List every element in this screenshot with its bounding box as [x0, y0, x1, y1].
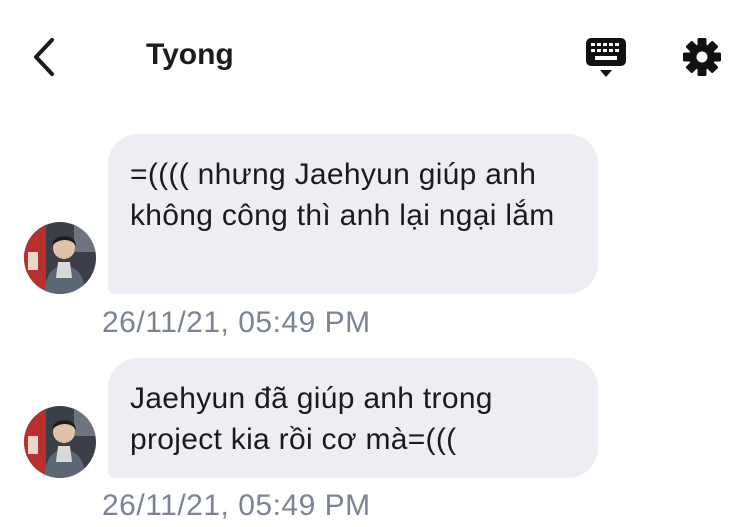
- message-text: Jaehyun đã giúp anh trong project kia rồ…: [130, 382, 493, 456]
- avatar[interactable]: [24, 222, 96, 294]
- gear-icon: [683, 38, 721, 76]
- message-timestamp: 26/11/21, 05:49 PM: [102, 489, 371, 522]
- message-text: =(((( nhưng Jaehyun giúp anh không công …: [130, 158, 555, 232]
- settings-button[interactable]: [680, 35, 724, 79]
- avatar[interactable]: [24, 406, 96, 478]
- avatar-photo: [24, 222, 96, 294]
- keyboard-button[interactable]: [584, 36, 628, 80]
- chevron-left-icon: [34, 38, 54, 76]
- back-button[interactable]: [28, 34, 62, 80]
- chat-header: Tyong: [0, 0, 750, 110]
- message-timestamp: 26/11/21, 05:49 PM: [102, 306, 371, 339]
- keyboard-icon: [586, 38, 626, 77]
- message-bubble[interactable]: Jaehyun đã giúp anh trong project kia rồ…: [108, 358, 598, 478]
- contact-name[interactable]: Tyong: [146, 38, 234, 72]
- message-bubble[interactable]: =(((( nhưng Jaehyun giúp anh không công …: [108, 134, 598, 294]
- avatar-photo: [24, 406, 96, 478]
